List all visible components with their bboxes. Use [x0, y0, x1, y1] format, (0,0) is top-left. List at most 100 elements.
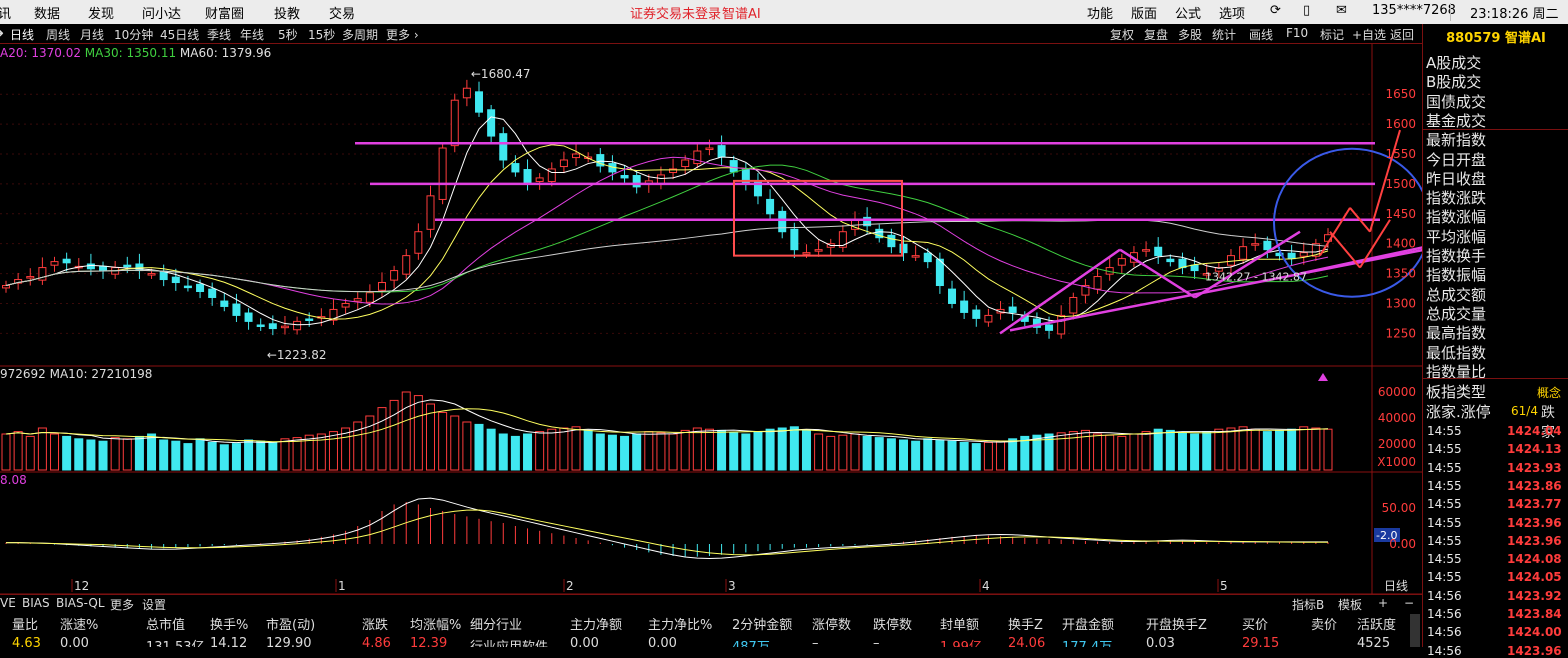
login-status[interactable]: 证券交易未登录 — [630, 3, 721, 22]
toolbar-8[interactable]: 返回 — [1390, 26, 1414, 43]
col-9[interactable]: 主力净比% — [648, 614, 712, 633]
toolbar-0[interactable]: 复权 — [1110, 26, 1134, 43]
volume-bar — [850, 433, 860, 471]
col-7[interactable]: 细分行业 — [470, 614, 522, 633]
red-arrow — [1329, 231, 1361, 269]
candle-body — [1190, 264, 1199, 272]
col-14[interactable]: 换手Z — [1008, 614, 1043, 633]
mail-icon[interactable]: ✉ — [1336, 3, 1347, 18]
menu-right-0[interactable]: 功能 — [1087, 3, 1113, 22]
candle-body — [135, 263, 144, 272]
col-15[interactable]: 开盘金额 — [1062, 614, 1114, 633]
indicator-ctrl-1[interactable]: 模板 — [1338, 596, 1362, 613]
period-9[interactable]: 多周期 — [342, 26, 378, 43]
candle-body — [499, 133, 508, 161]
candle-body — [1069, 296, 1078, 314]
menu-right-3[interactable]: 选项 — [1219, 3, 1245, 22]
volume-bar — [62, 435, 72, 471]
indicator-tab-3[interactable]: 更多 — [110, 596, 134, 613]
trend-arrow — [1009, 248, 1422, 332]
col-17[interactable]: 买价 — [1242, 614, 1268, 633]
menu-right-1[interactable]: 版面 — [1131, 3, 1157, 22]
indicator-ctrl-2[interactable]: + — [1378, 596, 1388, 610]
toolbar-2[interactable]: 多股 — [1178, 26, 1202, 43]
menu-6[interactable]: 交易 — [329, 3, 355, 22]
toolbar-1[interactable]: 复盘 — [1144, 26, 1168, 43]
top-menu-bar: 讯 数据 发现 问小达 财富圈 投教 交易 证券交易未登录 智谱AI 功能 版面 公式 选项 ⟳ ▯ ✉ 135… — [0, 0, 1568, 24]
high-label: ←1680.47 — [471, 67, 531, 81]
menu-0[interactable]: 讯 — [0, 3, 11, 22]
tick-price: 1424.13 — [1507, 442, 1562, 457]
table-scrollbar[interactable] — [1410, 614, 1420, 647]
calc-icon[interactable]: ▯ — [1303, 3, 1310, 18]
period-5[interactable]: 季线 — [207, 26, 231, 43]
col-5[interactable]: 涨跌 — [362, 614, 388, 633]
tick-time: 14:55 — [1427, 424, 1462, 438]
indicator-tab-4[interactable]: 设置 — [142, 596, 166, 613]
refresh-icon[interactable]: ⟳ — [1270, 3, 1281, 18]
col-8[interactable]: 主力净额 — [570, 614, 622, 633]
period-1[interactable]: 周线 — [46, 26, 70, 43]
toolbar-4[interactable]: 画线 — [1249, 26, 1273, 43]
col-0[interactable]: 量比 — [12, 614, 38, 633]
menu-1[interactable]: 数据 — [34, 3, 60, 22]
candle-body — [790, 228, 799, 251]
col-19[interactable]: 活跃度 — [1357, 614, 1396, 633]
period-10[interactable]: 更多 › — [386, 26, 419, 43]
cell-15: 177.4万 — [1062, 636, 1112, 647]
indicator-tab-2[interactable]: BIAS-QL — [56, 596, 105, 610]
cell-8: 0.00 — [570, 636, 599, 647]
info-label-14: 最高指数 — [1426, 324, 1487, 343]
volume-bar — [1262, 431, 1272, 471]
toolbar-3[interactable]: 统计 — [1212, 26, 1236, 43]
mid-label: 1342.27 - 1342.87 — [1205, 270, 1307, 283]
info-label-13: 总成交量 — [1426, 304, 1487, 323]
volume-bar — [498, 433, 508, 471]
toolbar-5[interactable]: F10 — [1286, 26, 1308, 40]
period-7[interactable]: 5秒 — [278, 26, 298, 43]
period-4[interactable]: 45日线 — [160, 26, 199, 43]
col-1[interactable]: 涨速% — [60, 614, 98, 633]
tick-price: 1423.77 — [1507, 497, 1562, 512]
col-4[interactable]: 市盈(动) — [266, 614, 315, 633]
col-10[interactable]: 2分钟金额 — [732, 614, 792, 633]
toolbar-6[interactable]: 标记 — [1320, 26, 1344, 43]
candle-body — [911, 255, 920, 258]
indicator-tab-1[interactable]: BIAS — [22, 596, 50, 610]
col-6[interactable]: 均涨幅% — [410, 614, 461, 633]
info-divider — [1423, 378, 1568, 379]
col-2[interactable]: 总市值 — [146, 614, 185, 633]
indicator-ctrl-0[interactable]: 指标B — [1292, 596, 1324, 613]
volume-bar — [1287, 428, 1297, 471]
kline-chart[interactable]: 972692 MA10: 27210198 60000 40000 20000 X100… — [0, 44, 1422, 594]
cell-14: 24.06 — [1008, 636, 1046, 647]
user-account[interactable]: 135****7268 — [1372, 3, 1456, 18]
col-16[interactable]: 开盘换手Z — [1146, 614, 1207, 633]
col-3[interactable]: 换手% — [210, 614, 248, 633]
menu-4[interactable]: 财富圈 — [205, 3, 244, 22]
col-18[interactable]: 卖价 — [1311, 614, 1337, 633]
period-2[interactable]: 月线 — [80, 26, 104, 43]
candle-body — [572, 153, 581, 159]
candle-body — [1045, 324, 1054, 331]
ai-link[interactable]: 智谱AI — [722, 3, 761, 22]
col-12[interactable]: 跌停数 — [873, 614, 912, 633]
period-6[interactable]: 年线 — [240, 26, 264, 43]
candle-body — [729, 160, 738, 173]
period-3[interactable]: 10分钟 — [114, 26, 153, 43]
menu-right-2[interactable]: 公式 — [1175, 3, 1201, 22]
toolbar-7[interactable]: +自选 — [1352, 26, 1386, 43]
menu-2[interactable]: 发现 — [88, 3, 114, 22]
indicator-ctrl-3[interactable]: − — [1404, 596, 1414, 610]
period-8[interactable]: 15秒 — [308, 26, 335, 43]
tick-price: 1423.96 — [1507, 643, 1562, 658]
period-0[interactable]: 日线 — [10, 26, 34, 43]
menu-3[interactable]: 问小达 — [142, 3, 181, 22]
col-13[interactable]: 封单额 — [940, 614, 979, 633]
col-11[interactable]: 涨停数 — [812, 614, 851, 633]
indicator-tab-0[interactable]: VE — [0, 596, 16, 610]
menu-5[interactable]: 投教 — [274, 3, 300, 22]
volume-bar — [1165, 429, 1175, 471]
date-label: 5 — [1220, 579, 1228, 593]
volume-bar — [1117, 435, 1127, 471]
